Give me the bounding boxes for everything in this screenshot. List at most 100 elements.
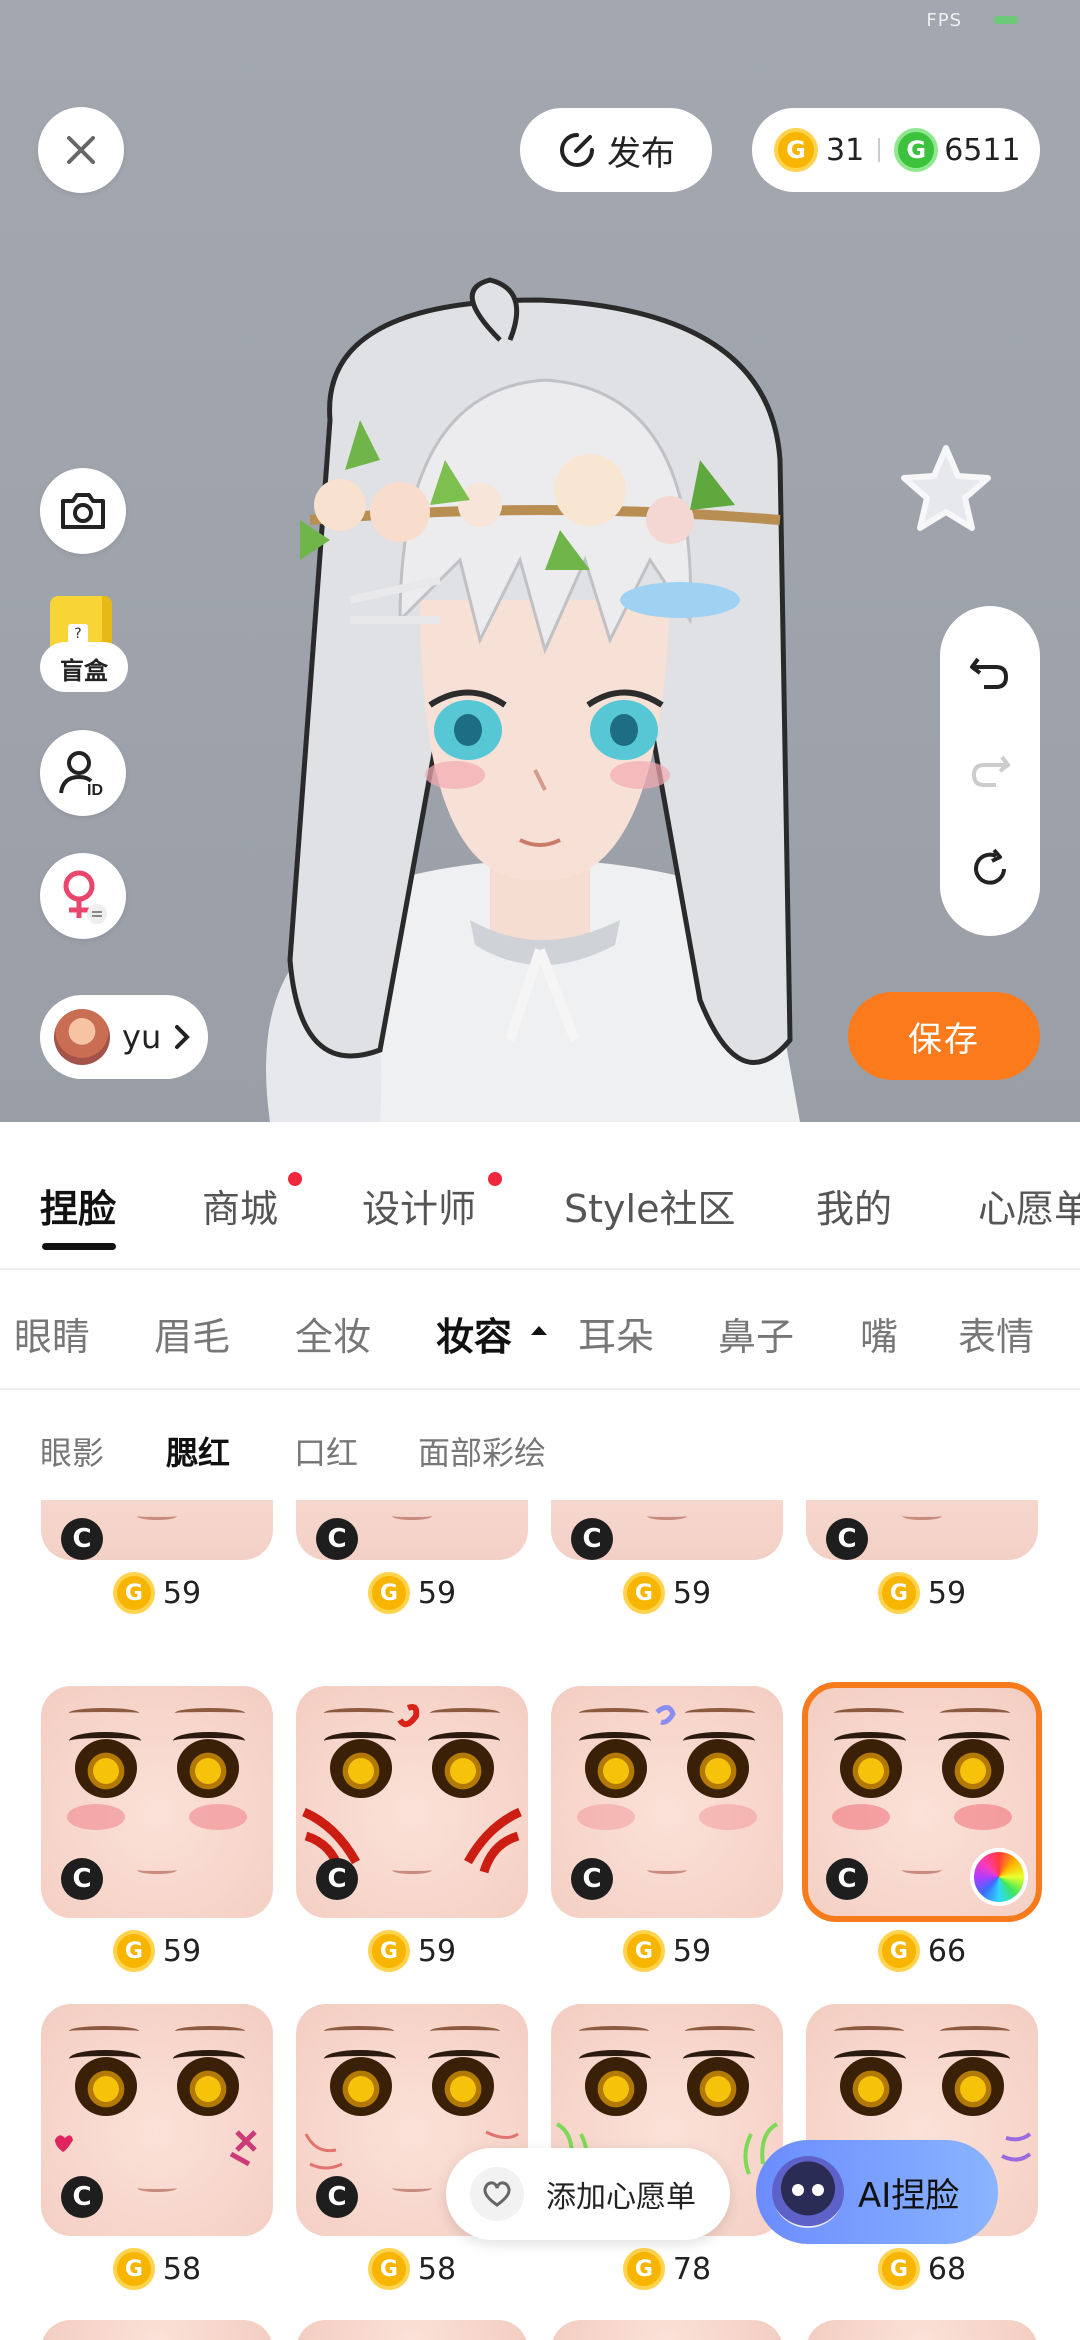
avatar-viewport[interactable]: FPS 发布 G 31 G 6511 ? 盲盒 ID yu 保存 — [0, 0, 1080, 1122]
c-badge-icon: C — [571, 1858, 613, 1900]
makeup-eyeshadow[interactable]: 眼影 — [40, 1428, 104, 1474]
price-value: 59 — [417, 1575, 457, 1611]
makeup-item[interactable]: C G 59 — [551, 1500, 783, 1614]
makeup-item[interactable] — [41, 2320, 273, 2340]
makeup-lipstick[interactable]: 口红 — [294, 1428, 358, 1474]
tab-active-indicator — [42, 1243, 116, 1250]
redo-icon[interactable] — [968, 749, 1012, 793]
save-button[interactable]: 保存 — [848, 992, 1040, 1080]
category-expression[interactable]: 表情 — [958, 1306, 1034, 1361]
category-eyes[interactable]: 眼睛 — [14, 1306, 90, 1361]
item-thumbnail: C — [806, 1500, 1038, 1560]
makeup-tab-bar: 眼影 腮红 口红 面部彩绘 — [0, 1390, 1080, 1500]
c-badge-icon: C — [316, 1518, 358, 1560]
c-badge-icon: C — [61, 1858, 103, 1900]
item-thumbnail: C — [551, 1686, 783, 1918]
user-name: yu — [122, 1018, 162, 1056]
tab-face[interactable]: 捏脸 — [40, 1178, 116, 1233]
gold-coin-icon: G — [877, 2248, 920, 2290]
gold-coin-icon: G — [622, 1572, 665, 1614]
c-badge-icon: C — [826, 1858, 868, 1900]
makeup-face-paint[interactable]: 面部彩绘 — [418, 1428, 546, 1474]
close-button[interactable] — [38, 107, 124, 193]
c-badge-icon: C — [61, 2176, 103, 2218]
designer-notification-dot — [488, 1172, 502, 1186]
makeup-item[interactable] — [806, 2320, 1038, 2340]
tab-mine[interactable]: 我的 — [816, 1178, 892, 1233]
category-eyebrows[interactable]: 眉毛 — [154, 1306, 230, 1361]
tab-wishlist[interactable]: 心愿单 — [978, 1178, 1080, 1233]
price-value: 59 — [162, 1933, 202, 1969]
camera-button[interactable] — [40, 468, 126, 554]
makeup-item[interactable]: C G 58 — [41, 2004, 273, 2290]
price-value: 78 — [672, 2251, 712, 2287]
avatar — [54, 1009, 110, 1065]
makeup-item[interactable] — [296, 2320, 528, 2340]
tab-designer[interactable]: 设计师 — [362, 1178, 476, 1233]
category-mouth[interactable]: 嘴 — [860, 1306, 898, 1361]
category-nose[interactable]: 鼻子 — [718, 1306, 794, 1361]
wishlist-label: 添加心愿单 — [546, 2180, 696, 2215]
price-value: 59 — [417, 1933, 457, 1969]
tab-shop[interactable]: 商城 — [202, 1178, 278, 1233]
publish-button[interactable]: 发布 — [520, 108, 712, 192]
currency-balance[interactable]: G 31 G 6511 — [752, 108, 1040, 192]
makeup-item[interactable]: C G 59 — [41, 1500, 273, 1614]
c-badge-icon: C — [61, 1518, 103, 1560]
c-badge-icon: C — [316, 2176, 358, 2218]
gold-coin-icon: G — [877, 1572, 920, 1614]
user-profile-chip[interactable]: yu — [40, 995, 208, 1079]
category-makeup[interactable]: 妆容 — [436, 1306, 512, 1361]
makeup-item[interactable]: G 78 — [551, 2004, 783, 2290]
tab-style-community[interactable]: Style社区 — [564, 1178, 735, 1233]
gold-coin-icon: G — [367, 1572, 410, 1614]
ai-face-button[interactable]: AI捏脸 — [756, 2140, 998, 2244]
profile-id-button[interactable]: ID — [40, 730, 126, 816]
gold-coin-icon: G — [622, 2248, 665, 2290]
makeup-item[interactable]: C G 59 — [296, 1686, 528, 1972]
gender-switch-button[interactable] — [40, 853, 126, 939]
makeup-item[interactable]: C G 59 — [551, 1686, 783, 1972]
item-price: G 59 — [806, 1572, 1038, 1614]
item-price: G 68 — [806, 2248, 1038, 2290]
item-thumbnail: C — [41, 2004, 273, 2236]
favorite-star-icon[interactable] — [898, 440, 994, 536]
makeup-item[interactable]: C G 58 — [296, 2004, 528, 2290]
currency-divider — [878, 138, 881, 162]
add-to-wishlist-button[interactable]: 添加心愿单 — [446, 2148, 730, 2240]
makeup-item[interactable]: C G 59 — [296, 1500, 528, 1614]
item-price: G 58 — [41, 2248, 273, 2290]
reset-icon[interactable] — [968, 847, 1012, 891]
makeup-item[interactable]: C G 59 — [806, 1500, 1038, 1614]
makeup-item-selected[interactable]: C G 66 — [802, 1682, 1042, 1972]
category-ears[interactable]: 耳朵 — [578, 1306, 654, 1361]
color-picker-icon[interactable] — [970, 1848, 1028, 1906]
makeup-item[interactable] — [551, 2320, 783, 2340]
price-value: 59 — [927, 1575, 967, 1611]
price-value: 59 — [672, 1575, 712, 1611]
blindbox-button[interactable]: ? 盲盒 — [40, 596, 128, 694]
blindbox-label: 盲盒 — [40, 642, 128, 692]
category-full-makeup[interactable]: 全妆 — [295, 1306, 371, 1361]
item-thumbnail: C — [551, 1500, 783, 1560]
makeup-item[interactable]: C G 59 — [41, 1686, 273, 1972]
undo-icon[interactable] — [968, 651, 1012, 695]
gold-coin-icon: G — [112, 2248, 155, 2290]
female-gender-icon — [63, 870, 107, 924]
price-value: 58 — [417, 2251, 457, 2287]
price-value: 58 — [162, 2251, 202, 2287]
c-badge-icon: C — [571, 1518, 613, 1560]
item-thumbnail: C — [296, 1686, 528, 1918]
heart-icon — [470, 2167, 524, 2221]
svg-text:ID: ID — [87, 782, 103, 799]
price-value: 59 — [672, 1933, 712, 1969]
item-thumbnail: C — [41, 1500, 273, 1560]
main-tab-bar: 捏脸 商城 设计师 Style社区 我的 心愿单 — [0, 1122, 1080, 1270]
user-id-icon: ID — [59, 751, 103, 799]
history-controls — [940, 606, 1040, 936]
item-thumbnail: C — [296, 1500, 528, 1560]
green-amount: 6511 — [944, 132, 1021, 168]
makeup-blush[interactable]: 腮红 — [166, 1428, 230, 1474]
publish-label: 发布 — [607, 133, 675, 174]
gold-coin-icon: G — [622, 1930, 665, 1972]
